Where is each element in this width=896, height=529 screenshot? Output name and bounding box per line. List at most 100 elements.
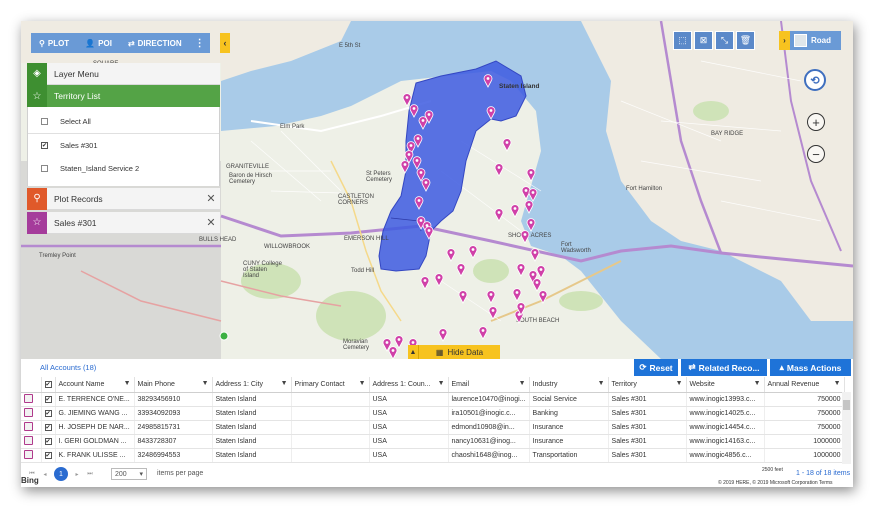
territory-checkbox[interactable] bbox=[41, 165, 48, 172]
more-menu-button[interactable]: ⋮ bbox=[190, 33, 210, 53]
filter-icon[interactable]: ▼ bbox=[676, 380, 683, 387]
map-pin-icon[interactable] bbox=[510, 204, 520, 218]
filter-icon[interactable]: ▼ bbox=[438, 380, 445, 387]
header-select-all[interactable]: ✔ bbox=[41, 377, 56, 393]
map-pin-icon[interactable] bbox=[516, 263, 526, 277]
filter-icon[interactable]: ▼ bbox=[598, 380, 605, 387]
close-icon[interactable]: ✕ bbox=[202, 216, 220, 229]
row-checkbox[interactable]: ✔ bbox=[44, 437, 52, 445]
select-all-checkbox[interactable] bbox=[41, 118, 48, 125]
map-pin-icon[interactable] bbox=[486, 290, 496, 304]
draw-polygon-icon[interactable]: ⬚ bbox=[673, 31, 692, 50]
filter-icon[interactable]: ▼ bbox=[359, 380, 366, 387]
map-pin-icon[interactable] bbox=[483, 74, 493, 88]
map-pin-icon[interactable] bbox=[524, 200, 534, 214]
column-header[interactable]: Main Phone ▼ bbox=[134, 377, 213, 393]
record-icon-cell[interactable] bbox=[21, 420, 42, 435]
map-pin-icon[interactable] bbox=[468, 245, 478, 259]
map-pin-icon[interactable] bbox=[528, 188, 538, 202]
row-select-cell[interactable]: ✔ bbox=[41, 434, 56, 449]
record-icon[interactable] bbox=[24, 393, 33, 403]
row-select-cell[interactable]: ✔ bbox=[41, 392, 56, 407]
map-pin-icon[interactable] bbox=[438, 328, 448, 342]
record-icon-cell[interactable] bbox=[21, 434, 42, 449]
map-pin-icon[interactable] bbox=[526, 168, 536, 182]
trash-icon[interactable]: 🗑 bbox=[736, 31, 755, 50]
map-style-button[interactable]: › Road bbox=[779, 31, 841, 50]
record-icon-cell[interactable] bbox=[21, 448, 42, 463]
first-page-icon[interactable]: ⏮ bbox=[27, 469, 37, 479]
poi-button[interactable]: 👤 POI bbox=[77, 33, 120, 53]
row-select-cell[interactable]: ✔ bbox=[41, 406, 56, 421]
map-pin-icon[interactable] bbox=[486, 106, 496, 120]
map-pin-icon[interactable] bbox=[446, 248, 456, 262]
column-header[interactable]: Address 1: City ▼ bbox=[212, 377, 292, 393]
filter-icon[interactable]: ▼ bbox=[281, 380, 288, 387]
table-row[interactable]: ✔ H. JOSEPH DE NAR... 24985815731 Staten Is… bbox=[21, 420, 845, 435]
compass-icon[interactable]: ⟲ bbox=[804, 69, 826, 91]
map-pin-icon[interactable] bbox=[418, 116, 428, 130]
map-pin-icon[interactable] bbox=[394, 335, 404, 349]
column-header[interactable]: Website ▼ bbox=[686, 377, 765, 393]
filter-icon[interactable]: ▼ bbox=[124, 380, 131, 387]
table-cell[interactable]: G. JIEMING WANG ... bbox=[55, 406, 135, 421]
map-pin-icon[interactable] bbox=[478, 326, 488, 340]
table-cell[interactable]: E. TERRENCE O'NE... bbox=[55, 392, 135, 407]
row-checkbox[interactable]: ✔ bbox=[44, 423, 52, 431]
row-checkbox[interactable]: ✔ bbox=[44, 395, 52, 403]
close-icon[interactable]: ✕ bbox=[202, 192, 220, 205]
hide-data-button[interactable]: ▲ ▦ Hide Data bbox=[408, 345, 500, 359]
table-cell[interactable]: I. GERI GOLDMAN ... bbox=[55, 434, 135, 449]
record-icon[interactable] bbox=[24, 421, 33, 431]
row-checkbox[interactable]: ✔ bbox=[44, 409, 52, 417]
page-size-select[interactable]: 200 ▾ bbox=[111, 468, 147, 480]
map-pin-icon[interactable] bbox=[502, 138, 512, 152]
map-pin-icon[interactable] bbox=[494, 163, 504, 177]
map-pin-icon[interactable] bbox=[412, 156, 422, 170]
map-pin-icon[interactable] bbox=[434, 273, 444, 287]
table-cell[interactable]: K. FRANK ULISSE ... bbox=[55, 448, 135, 463]
zoom-out-button[interactable]: − bbox=[807, 145, 825, 163]
mass-actions-button[interactable]: ▴ Mass Actions bbox=[770, 359, 851, 376]
map-pin-icon[interactable] bbox=[409, 104, 419, 118]
table-row[interactable]: ✔ G. JIEMING WANG ... 33934092093 Staten Is… bbox=[21, 406, 845, 421]
map-pin-icon[interactable] bbox=[456, 263, 466, 277]
record-icon[interactable] bbox=[24, 435, 33, 445]
column-header[interactable]: Email ▼ bbox=[448, 377, 530, 393]
map-pin-icon[interactable] bbox=[532, 278, 542, 292]
territory-checkbox[interactable]: ✔ bbox=[41, 142, 48, 149]
layer-menu-row[interactable]: ◈ Layer Menu bbox=[27, 62, 220, 85]
next-page-icon[interactable]: ▸ bbox=[72, 469, 82, 479]
reset-button[interactable]: ⟳ Reset bbox=[634, 359, 678, 376]
map-pin-icon[interactable] bbox=[421, 178, 431, 192]
table-row[interactable]: ✔ K. FRANK ULISSE ... 32486994553 Staten Is… bbox=[21, 448, 845, 463]
column-header[interactable]: Territory ▼ bbox=[608, 377, 687, 393]
map-pin-icon[interactable] bbox=[402, 93, 412, 107]
map-pin-icon[interactable] bbox=[526, 218, 536, 232]
map-pin-icon[interactable] bbox=[420, 276, 430, 290]
map-pin-icon[interactable] bbox=[424, 226, 434, 240]
column-header[interactable]: Account Name ▼ bbox=[55, 377, 135, 393]
direction-button[interactable]: ⇄ DIRECTION bbox=[120, 33, 190, 53]
map-pin-icon[interactable] bbox=[538, 290, 548, 304]
column-header[interactable]: Address 1: Coun... ▼ bbox=[369, 377, 449, 393]
filter-icon[interactable]: ▼ bbox=[834, 380, 841, 387]
filter-icon[interactable]: ▼ bbox=[519, 380, 526, 387]
map-pin-icon[interactable] bbox=[388, 346, 398, 359]
table-row[interactable]: ✔ I. GERI GOLDMAN ... 8433728307 Staten Isl… bbox=[21, 434, 845, 449]
table-row[interactable]: ✔ E. TERRENCE O'NE... 38293456910 Staten Is… bbox=[21, 392, 845, 407]
map-pin-icon[interactable] bbox=[494, 208, 504, 222]
map-pin-icon[interactable] bbox=[414, 196, 424, 210]
table-cell[interactable]: H. JOSEPH DE NAR... bbox=[55, 420, 135, 435]
territory-list-header[interactable]: ☆ Territory List bbox=[27, 85, 220, 107]
map-pin-icon[interactable] bbox=[458, 290, 468, 304]
territory-item[interactable]: Staten_Island Service 2 bbox=[28, 157, 219, 180]
map-pin-icon[interactable] bbox=[536, 265, 546, 279]
column-header[interactable]: Primary Contact ▼ bbox=[291, 377, 370, 393]
record-icon-cell[interactable] bbox=[21, 406, 42, 421]
territory-item[interactable]: ✔ Sales #301 bbox=[28, 134, 219, 157]
select-all-checkbox[interactable]: ✔ bbox=[44, 380, 52, 388]
row-select-cell[interactable]: ✔ bbox=[41, 420, 56, 435]
collapse-panel-button[interactable]: ‹ bbox=[220, 33, 230, 53]
related-records-button[interactable]: ⇄ Related Reco... bbox=[681, 359, 767, 376]
